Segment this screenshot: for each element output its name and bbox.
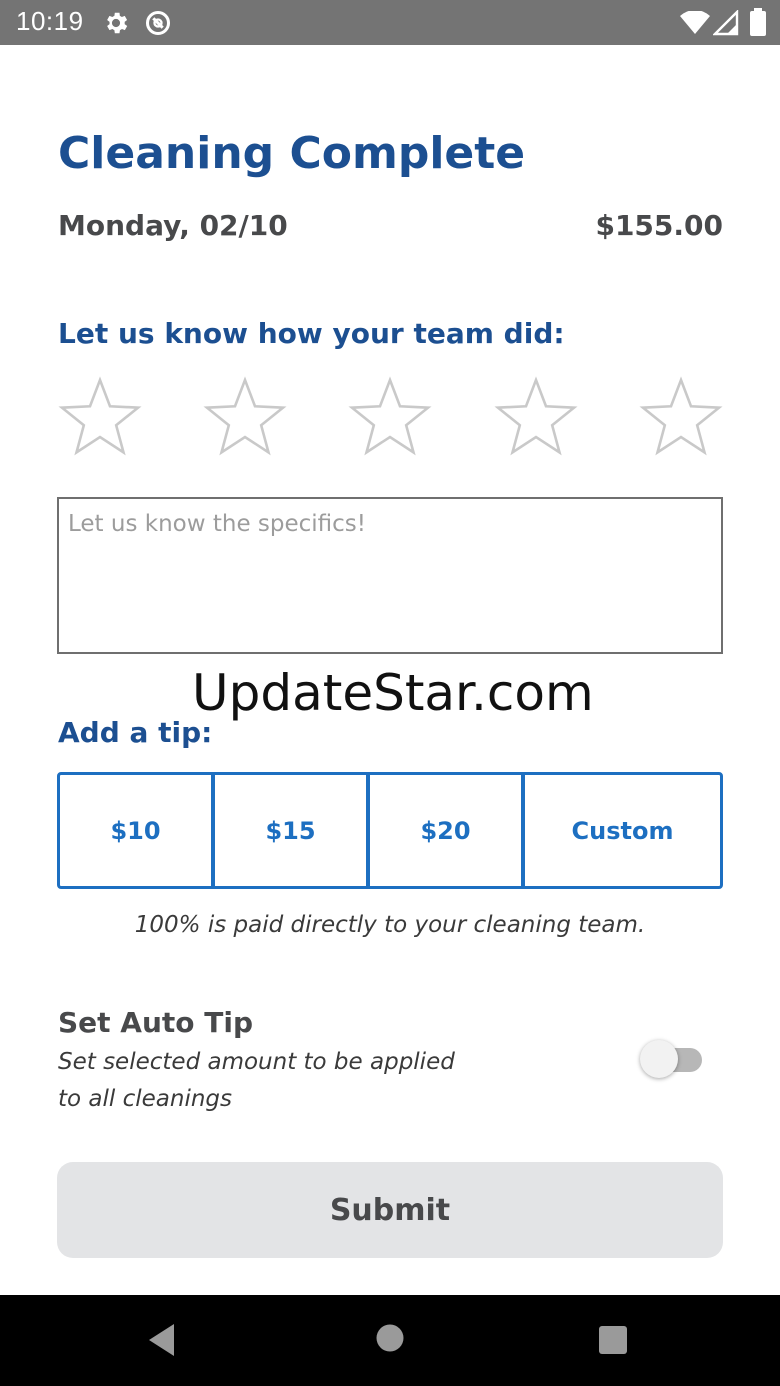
page-title: Cleaning Complete [58, 128, 526, 179]
blocked-icon [144, 9, 172, 37]
gear-icon [102, 9, 130, 37]
tip-custom-button[interactable]: Custom [522, 772, 723, 889]
star-4-icon[interactable] [493, 375, 579, 461]
wifi-icon [680, 10, 710, 35]
star-2-icon[interactable] [202, 375, 288, 461]
home-icon[interactable] [375, 1323, 405, 1353]
star-5-icon[interactable] [638, 375, 724, 461]
auto-tip-title: Set Auto Tip [58, 1006, 254, 1039]
tip-20-button[interactable]: $20 [367, 772, 524, 889]
submit-button[interactable]: Submit [57, 1162, 723, 1258]
auto-tip-toggle[interactable] [640, 1040, 704, 1080]
rating-prompt: Let us know how your team did: [58, 317, 565, 350]
auto-tip-description: Set selected amount to be applied to all… [58, 1049, 455, 1112]
back-icon[interactable] [146, 1322, 178, 1358]
star-rating [57, 375, 725, 461]
tip-label: Add a tip: [58, 716, 213, 749]
star-1-icon[interactable] [57, 375, 143, 461]
navigation-bar [0, 1295, 780, 1386]
tip-options: $10 $15 $20 Custom [57, 772, 723, 889]
tip-15-button[interactable]: $15 [212, 772, 369, 889]
toggle-thumb [640, 1040, 678, 1078]
watermark: UpdateStar.com [192, 664, 594, 722]
star-3-icon[interactable] [347, 375, 433, 461]
signal-icon [712, 9, 739, 36]
status-bar: 10:19 [0, 0, 780, 45]
battery-icon [750, 8, 766, 36]
tip-10-button[interactable]: $10 [57, 772, 214, 889]
status-time: 10:19 [16, 6, 84, 36]
recents-icon[interactable] [598, 1325, 628, 1355]
cleaning-price: $155.00 [595, 209, 723, 242]
tip-note: 100% is paid directly to your cleaning t… [134, 912, 646, 938]
cleaning-date: Monday, 02/10 [58, 209, 288, 242]
feedback-textarea[interactable] [57, 497, 723, 654]
